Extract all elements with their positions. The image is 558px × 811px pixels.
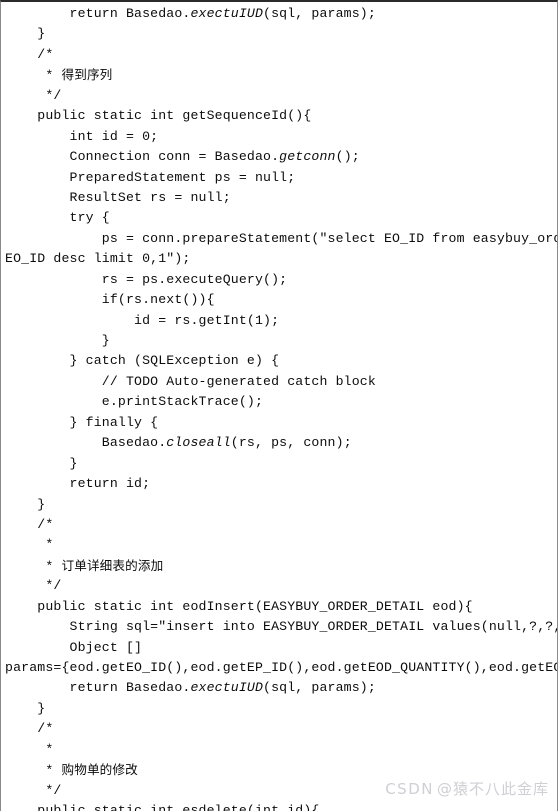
code-line: // TODO Auto-generated catch block bbox=[5, 373, 376, 389]
code-line: Connection conn = Basedao.getconn(); bbox=[5, 149, 360, 165]
code-line: * 订单详细表的添加 bbox=[5, 557, 164, 574]
code-line: EO_ID desc limit 0,1"); bbox=[5, 251, 191, 267]
code-line: public static int esdelete(int id){ bbox=[5, 803, 320, 811]
code-line: * 得到序列 bbox=[5, 67, 113, 84]
code-line: } bbox=[5, 496, 46, 512]
code-line: } finally { bbox=[5, 414, 159, 430]
watermark-brand: CSDN bbox=[385, 780, 434, 798]
code-line: rs = ps.executeQuery(); bbox=[5, 271, 288, 287]
code-line: e.printStackTrace(); bbox=[5, 394, 264, 410]
code-line: */ bbox=[5, 87, 62, 103]
code-snippet-viewer: return Basedao.exectuIUD(sql, params); }… bbox=[0, 0, 558, 811]
code-line: int id = 0; bbox=[5, 128, 159, 144]
code-line: Object [] bbox=[5, 639, 143, 655]
code-line: /* bbox=[5, 721, 54, 737]
code-line: /* bbox=[5, 516, 54, 532]
code-line: public static int getSequenceId(){ bbox=[5, 108, 312, 124]
code-line: } bbox=[5, 26, 46, 42]
code-line: Basedao.closeall(rs, ps, conn); bbox=[5, 435, 352, 451]
code-line: } bbox=[5, 455, 78, 471]
code-line: /* bbox=[5, 46, 54, 62]
watermark-username: @猿不八此金库 bbox=[436, 780, 549, 798]
code-line: return Basedao.exectuIUD(sql, params); bbox=[5, 680, 376, 696]
code-line: } bbox=[5, 700, 46, 716]
code-line: public static int eodInsert(EASYBUY_ORDE… bbox=[5, 598, 473, 614]
code-line: * bbox=[5, 741, 54, 757]
code-listing: return Basedao.exectuIUD(sql, params); }… bbox=[1, 2, 557, 811]
code-line: ResultSet rs = null; bbox=[5, 189, 231, 205]
code-line: return Basedao.exectuIUD(sql, params); bbox=[5, 6, 376, 21]
code-line: * bbox=[5, 537, 54, 553]
code-line: */ bbox=[5, 578, 62, 594]
code-line: id = rs.getInt(1); bbox=[5, 312, 280, 328]
code-line: } catch (SQLException e) { bbox=[5, 353, 280, 369]
code-line: String sql="insert into EASYBUY_ORDER_DE… bbox=[5, 619, 558, 635]
code-line: } bbox=[5, 333, 110, 348]
code-line: params={eod.getEO_ID(),eod.getEP_ID(),eo… bbox=[5, 660, 558, 675]
code-line: return id; bbox=[5, 476, 151, 492]
code-line: PreparedStatement ps = null; bbox=[5, 169, 296, 185]
code-line: if(rs.next()){ bbox=[5, 292, 215, 308]
code-line: try { bbox=[5, 210, 110, 226]
csdn-watermark: CSDN @猿不八此金库 bbox=[385, 778, 549, 799]
code-line: ps = conn.prepareStatement("select EO_ID… bbox=[101, 230, 557, 246]
